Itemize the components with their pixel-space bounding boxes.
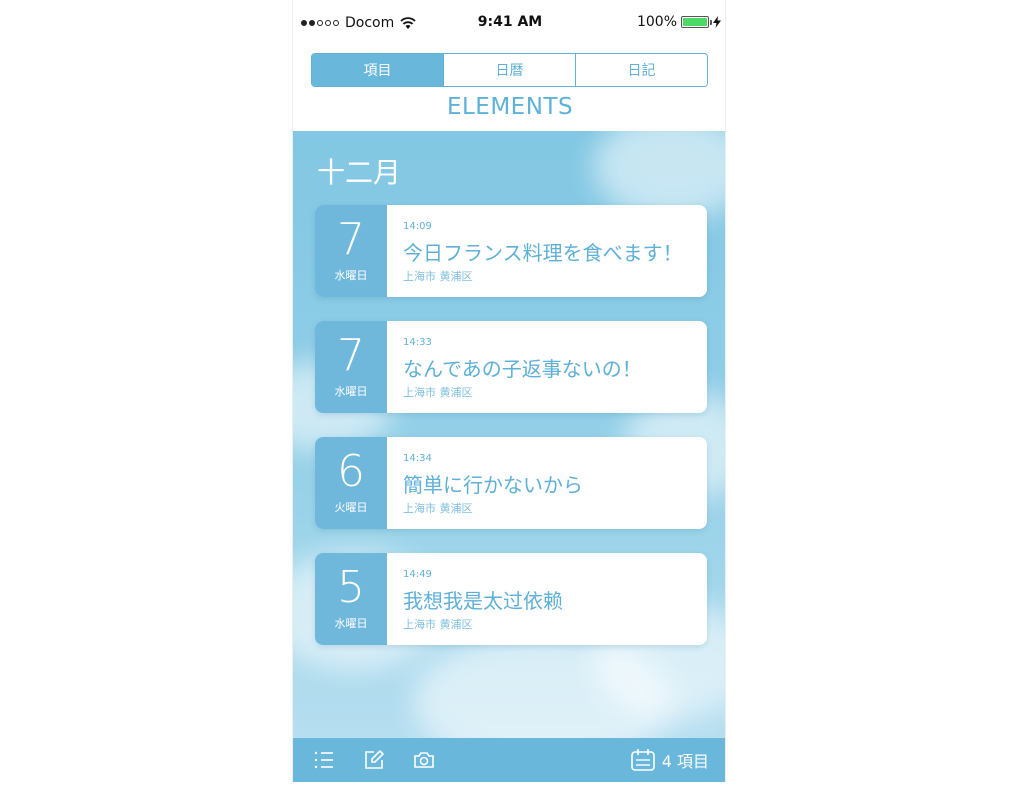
entry-location: 上海市 黄浦区 [403, 502, 473, 515]
entry-body: 14:34 簡単に行かないから 上海市 黄浦区 [403, 437, 699, 529]
entry-body: 14:33 なんであの子返事ないの！ 上海市 黄浦区 [403, 321, 699, 413]
status-right: 100% [637, 14, 721, 30]
entry-time: 14:09 [403, 221, 432, 232]
entry-weekday: 水曜日 [334, 385, 368, 398]
month-heading: 十二月 [317, 156, 402, 189]
page-title: ELEMENTS [446, 94, 574, 120]
entry-time: 14:49 [403, 569, 432, 580]
entry-day: 7 [337, 330, 365, 381]
entry-location: 上海市 黄浦区 [403, 618, 473, 631]
entry-count[interactable]: 4 項目 [630, 748, 709, 772]
entry-count-label: 4 項目 [661, 752, 709, 771]
phone-screen: Docom 9:41 AM 100% 項目 日暦 日記 ELEMENTS 十二月… [292, 0, 726, 782]
entry-location: 上海市 黄浦区 [403, 270, 473, 283]
entry-body: 14:09 今日フランス料理を食べます！ 上海市 黄浦区 [403, 205, 699, 297]
entries-list: 十二月 7 水曜日 14:09 今日フランス料理を食べます！ 上海市 黄浦区 7… [293, 131, 725, 738]
camera-icon[interactable] [413, 749, 435, 771]
charging-bolt-icon [713, 16, 721, 28]
entry-title: なんであの子返事ないの！ [403, 357, 642, 381]
entry-time: 14:33 [403, 337, 432, 348]
compose-icon[interactable] [363, 749, 385, 771]
entry-day: 7 [337, 214, 365, 265]
list-icon[interactable] [313, 749, 335, 771]
entry-time: 14:34 [403, 453, 432, 464]
entry-title: 我想我是太过依赖 [403, 589, 563, 613]
segment-calendar[interactable]: 日暦 [443, 54, 575, 86]
entry-date-block: 7 水曜日 [315, 321, 387, 413]
entry-weekday: 水曜日 [334, 269, 368, 282]
entry-date-block: 6 火曜日 [315, 437, 387, 529]
entry-date-block: 5 水曜日 [315, 553, 387, 645]
entry-date-block: 7 水曜日 [315, 205, 387, 297]
entry-title: 今日フランス料理を食べます！ [403, 241, 683, 265]
entry-body: 14:49 我想我是太过依赖 上海市 黄浦区 [403, 553, 699, 645]
entry-card[interactable]: 7 水曜日 14:33 なんであの子返事ないの！ 上海市 黄浦区 [315, 321, 707, 413]
entry-day: 5 [337, 562, 365, 613]
battery-icon [681, 16, 712, 28]
status-bar: Docom 9:41 AM 100% [293, 0, 725, 46]
entry-title: 簡単に行かないから [403, 473, 583, 497]
calendar-icon [630, 749, 655, 771]
entry-weekday: 水曜日 [334, 617, 368, 630]
entry-card[interactable]: 5 水曜日 14:49 我想我是太过依赖 上海市 黄浦区 [315, 553, 707, 645]
entry-card[interactable]: 7 水曜日 14:09 今日フランス料理を食べます！ 上海市 黄浦区 [315, 205, 707, 297]
segment-items[interactable]: 項目 [312, 54, 443, 86]
entry-day: 6 [337, 446, 365, 497]
view-segmented-control: 項目 日暦 日記 [311, 53, 708, 87]
bottom-toolbar: 4 項目 [293, 738, 725, 782]
entry-location: 上海市 黄浦区 [403, 386, 473, 399]
entry-card[interactable]: 6 火曜日 14:34 簡単に行かないから 上海市 黄浦区 [315, 437, 707, 529]
entry-weekday: 火曜日 [334, 501, 368, 514]
battery-percent: 100% [636, 14, 677, 30]
segment-diary[interactable]: 日記 [575, 54, 707, 86]
